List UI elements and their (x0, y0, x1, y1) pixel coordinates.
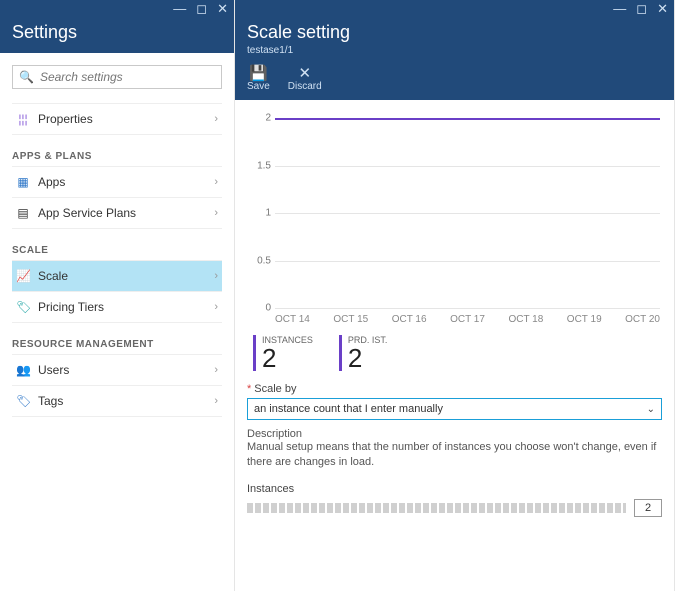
chart-legend-metrics: INSTANCES 2 PRD. IST. 2 (253, 335, 662, 371)
scale-by-label: *Scale by (247, 383, 662, 395)
minimize-icon[interactable]: — (173, 2, 186, 15)
x-tick: OCT 20 (625, 314, 660, 325)
minimize-icon[interactable]: — (613, 2, 626, 15)
required-star-icon: * (247, 383, 251, 395)
nav-label: Apps (38, 175, 65, 189)
chevron-right-icon: › (214, 176, 218, 188)
settings-blade: — ◻ ✕ Settings 🔍 ¦¦¦ Properties › APPS &… (0, 0, 235, 591)
x-tick: OCT 16 (392, 314, 427, 325)
discard-button[interactable]: ✕ Discard (288, 66, 322, 92)
scale-body: 2 1.5 1 0.5 0 OCT 14 OCT 15 OCT 16 OCT 1… (235, 100, 674, 591)
nav-label: Scale (38, 269, 68, 283)
nav-item-properties[interactable]: ¦¦¦ Properties › (12, 104, 222, 135)
maximize-icon[interactable]: ◻ (196, 2, 207, 15)
scale-subtitle: testase1/1 (247, 45, 662, 56)
save-label: Save (247, 81, 270, 92)
nav-label: Tags (38, 394, 63, 408)
instances-input[interactable]: 2 (634, 499, 662, 517)
metrics-chart[interactable]: 2 1.5 1 0.5 0 (275, 118, 660, 308)
plan-icon: ▤ (16, 206, 30, 220)
chevron-right-icon: › (214, 364, 218, 376)
metric-prd-ist: PRD. IST. 2 (339, 335, 388, 371)
y-tick: 0.5 (247, 255, 271, 266)
settings-header: — ◻ ✕ Settings (0, 0, 234, 53)
chevron-right-icon: › (214, 113, 218, 125)
scale-setting-blade: — ◻ ✕ Scale setting testase1/1 💾 Save ✕ … (235, 0, 675, 591)
nav-item-tags[interactable]: 🏷 Tags › (12, 386, 222, 417)
maximize-icon[interactable]: ◻ (636, 2, 647, 15)
pricing-icon: 🏷 (16, 300, 30, 314)
instances-slider[interactable] (247, 503, 626, 513)
x-tick: OCT 15 (333, 314, 368, 325)
save-icon: 💾 (249, 66, 268, 81)
nav-item-apps[interactable]: ▦ Apps › (12, 167, 222, 198)
y-tick: 1 (247, 208, 271, 219)
settings-body: 🔍 ¦¦¦ Properties › APPS & PLANS ▦ Apps › (0, 53, 234, 591)
x-tick: OCT 17 (450, 314, 485, 325)
nav-item-app-service-plans[interactable]: ▤ App Service Plans › (12, 198, 222, 229)
nav-item-pricing-tiers[interactable]: 🏷 Pricing Tiers › (12, 292, 222, 323)
section-apps-plans: APPS & PLANS (12, 151, 222, 162)
nav-label: Properties (38, 112, 93, 126)
field-instances: Instances 2 (247, 483, 662, 517)
metric-value: 2 (348, 345, 388, 371)
x-axis: OCT 14 OCT 15 OCT 16 OCT 17 OCT 18 OCT 1… (275, 314, 660, 325)
chevron-right-icon: › (214, 270, 218, 282)
x-tick: OCT 14 (275, 314, 310, 325)
chart-series-line (275, 118, 660, 120)
save-button[interactable]: 💾 Save (247, 66, 270, 92)
search-input[interactable] (40, 70, 215, 84)
nav-label: Users (38, 363, 69, 377)
field-scale-by: *Scale by an instance count that I enter… (247, 383, 662, 420)
nav-item-users[interactable]: 👥 Users › (12, 355, 222, 386)
section-resource-management: RESOURCE MANAGEMENT (12, 339, 222, 350)
search-icon: 🔍 (19, 70, 34, 84)
discard-label: Discard (288, 81, 322, 92)
scale-title: Scale setting (247, 22, 662, 43)
users-icon: 👥 (16, 363, 30, 377)
description-heading: Description (247, 428, 662, 440)
chevron-right-icon: › (214, 395, 218, 407)
tags-icon: 🏷 (16, 394, 30, 408)
properties-icon: ¦¦¦ (16, 112, 30, 126)
x-tick: OCT 18 (508, 314, 543, 325)
y-tick: 1.5 (247, 160, 271, 171)
nav-label: Pricing Tiers (38, 300, 104, 314)
instances-label: Instances (247, 483, 662, 495)
discard-icon: ✕ (298, 66, 311, 81)
apps-icon: ▦ (16, 175, 30, 189)
scale-by-value: an instance count that I enter manually (254, 403, 443, 415)
search-input-wrap[interactable]: 🔍 (12, 65, 222, 89)
metric-value: 2 (262, 345, 313, 371)
close-icon[interactable]: ✕ (657, 2, 668, 15)
close-icon[interactable]: ✕ (217, 2, 228, 15)
metric-instances: INSTANCES 2 (253, 335, 313, 371)
chevron-right-icon: › (214, 301, 218, 313)
scale-by-select[interactable]: an instance count that I enter manually … (247, 398, 662, 420)
chevron-down-icon: ⌄ (647, 404, 655, 415)
scale-icon: 📈 (16, 269, 30, 283)
y-tick: 2 (247, 113, 271, 124)
y-tick: 0 (247, 303, 271, 314)
chevron-right-icon: › (214, 207, 218, 219)
nav-label: App Service Plans (38, 206, 136, 220)
section-scale: SCALE (12, 245, 222, 256)
scale-header: — ◻ ✕ Scale setting testase1/1 💾 Save ✕ … (235, 0, 674, 100)
description-body: Manual setup means that the number of in… (247, 440, 662, 471)
nav-item-scale[interactable]: 📈 Scale › (12, 261, 222, 292)
settings-title: Settings (12, 22, 222, 43)
x-tick: OCT 19 (567, 314, 602, 325)
